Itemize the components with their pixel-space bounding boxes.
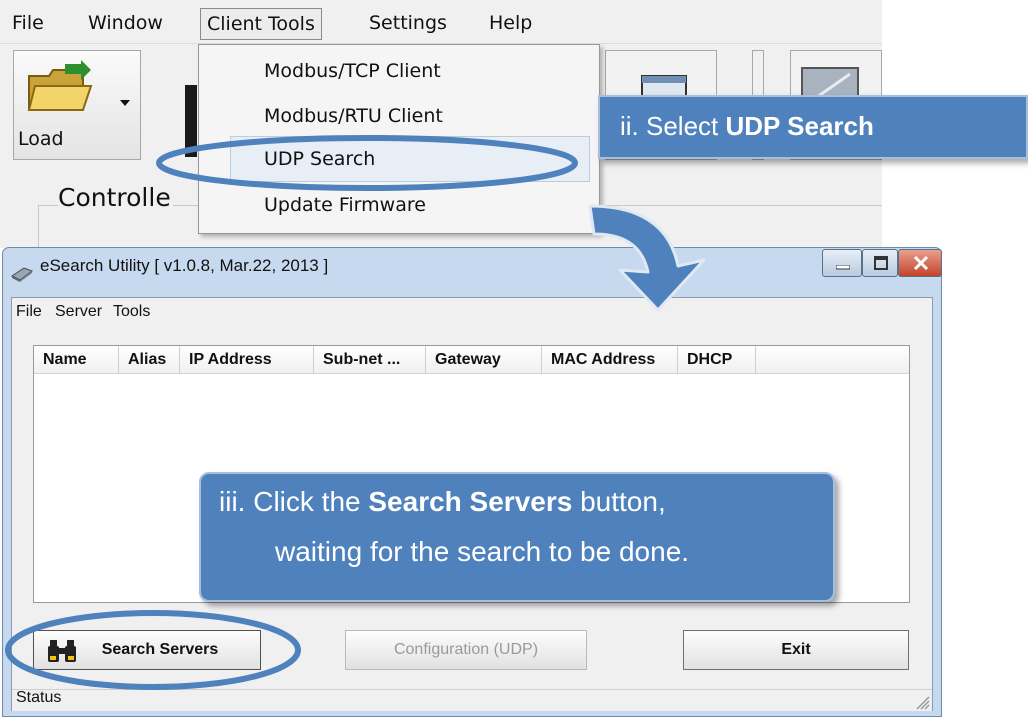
udp-search-highlight-ellipse — [156, 135, 578, 191]
column-header-name[interactable]: Name — [34, 346, 119, 374]
callout-ii-prefix: ii. Select — [620, 111, 726, 141]
menu-item-modbus-tcp[interactable]: Modbus/TCP Client — [264, 60, 441, 82]
resize-grip-icon[interactable] — [916, 696, 930, 710]
exit-button[interactable]: Exit — [683, 630, 909, 670]
maximize-icon — [874, 256, 888, 270]
minimize-icon — [836, 265, 850, 270]
status-bar — [12, 689, 932, 711]
menu-help[interactable]: Help — [483, 8, 538, 40]
esearch-menu-server[interactable]: Server — [55, 303, 102, 321]
window-title: eSearch Utility [ v1.0.8, Mar.22, 2013 ] — [40, 256, 329, 275]
callout-iii-bold: Search Servers — [368, 486, 573, 517]
close-icon — [913, 255, 929, 271]
close-button[interactable] — [898, 249, 942, 277]
curved-arrow-icon — [588, 204, 706, 312]
callout-iii-prefix: iii. Click the — [219, 486, 369, 517]
load-label: Load — [18, 128, 64, 150]
callout-step-iii: iii. Click the Search Servers button, wa… — [199, 472, 835, 602]
callout-ii-bold: UDP Search — [725, 111, 874, 141]
esearch-menu-tools[interactable]: Tools — [113, 303, 150, 321]
callout-iii-line2: waiting for the search to be done. — [275, 536, 690, 567]
column-header-mac[interactable]: MAC Address — [542, 346, 678, 374]
minimize-button[interactable] — [822, 249, 862, 277]
open-folder-icon — [27, 60, 93, 111]
column-header-alias[interactable]: Alias — [119, 346, 180, 374]
configuration-udp-label: Configuration (UDP) — [393, 641, 539, 658]
menu-file[interactable]: File — [6, 8, 50, 40]
chevron-down-icon[interactable] — [119, 98, 131, 108]
column-header-gateway[interactable]: Gateway — [426, 346, 542, 374]
column-header-dhcp[interactable]: DHCP — [678, 346, 756, 374]
callout-step-ii: ii. Select UDP Search — [598, 95, 1028, 159]
menu-client-tools[interactable]: Client Tools — [200, 8, 322, 40]
maximize-button[interactable] — [862, 249, 898, 277]
callout-iii-suffix: button, — [572, 486, 666, 517]
column-header-subnet[interactable]: Sub-net ... — [314, 346, 426, 374]
column-header-ip[interactable]: IP Address — [180, 346, 314, 374]
menu-settings[interactable]: Settings — [363, 8, 453, 40]
configuration-udp-button[interactable]: Configuration (UDP) — [345, 630, 587, 670]
menu-item-modbus-rtu[interactable]: Modbus/RTU Client — [264, 105, 443, 127]
menu-item-update-firmware[interactable]: Update Firmware — [264, 194, 426, 216]
network-device-icon — [11, 267, 34, 282]
esearch-menu-file[interactable]: File — [16, 303, 42, 321]
menu-window[interactable]: Window — [82, 8, 169, 40]
search-servers-highlight-ellipse — [5, 610, 301, 690]
exit-label: Exit — [781, 641, 811, 658]
